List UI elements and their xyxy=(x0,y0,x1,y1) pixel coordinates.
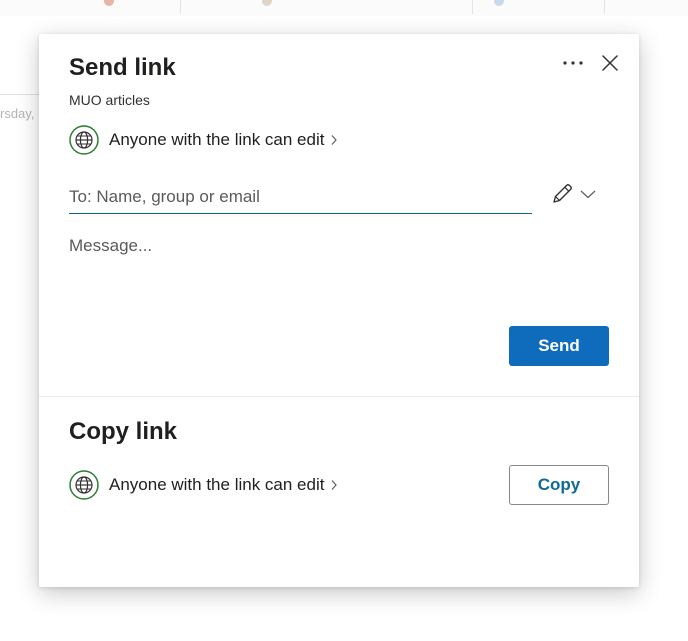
more-options-button[interactable] xyxy=(557,50,589,76)
pencil-icon xyxy=(553,184,572,203)
background-indicator xyxy=(262,0,272,6)
chevron-right-icon xyxy=(330,133,340,147)
section-divider xyxy=(39,396,639,397)
globe-icon xyxy=(69,470,99,500)
dialog-title: Send link xyxy=(69,54,176,81)
copy-link-title: Copy link xyxy=(69,418,178,445)
background-indicator xyxy=(494,0,504,6)
permission-label: Anyone with the link can edit xyxy=(109,130,325,149)
share-dialog: Send link MUO articles Anyone with the l… xyxy=(39,34,639,587)
background-day-label: rsday, xyxy=(0,106,35,121)
close-button[interactable] xyxy=(595,48,625,78)
file-name: MUO articles xyxy=(69,92,150,108)
send-link-permission-button[interactable]: Anyone with the link can edit xyxy=(69,125,340,155)
chevron-right-icon xyxy=(330,478,340,492)
close-icon xyxy=(602,55,618,71)
permission-label: Anyone with the link can edit xyxy=(109,475,325,494)
background-separator xyxy=(604,0,605,14)
globe-icon xyxy=(69,125,99,155)
recipient-input[interactable] xyxy=(69,181,532,214)
copy-link-permission-button[interactable]: Anyone with the link can edit xyxy=(69,470,340,500)
more-horizontal-icon xyxy=(563,61,583,65)
recipient-permission-dropdown[interactable] xyxy=(549,179,597,209)
send-button[interactable]: Send xyxy=(509,326,609,366)
background-toolbar xyxy=(0,0,688,17)
message-input[interactable] xyxy=(69,236,609,306)
background-separator xyxy=(472,0,473,14)
chevron-down-icon xyxy=(580,190,596,199)
background-separator xyxy=(180,0,181,14)
copy-button[interactable]: Copy xyxy=(509,465,609,505)
background-indicator xyxy=(104,0,114,6)
